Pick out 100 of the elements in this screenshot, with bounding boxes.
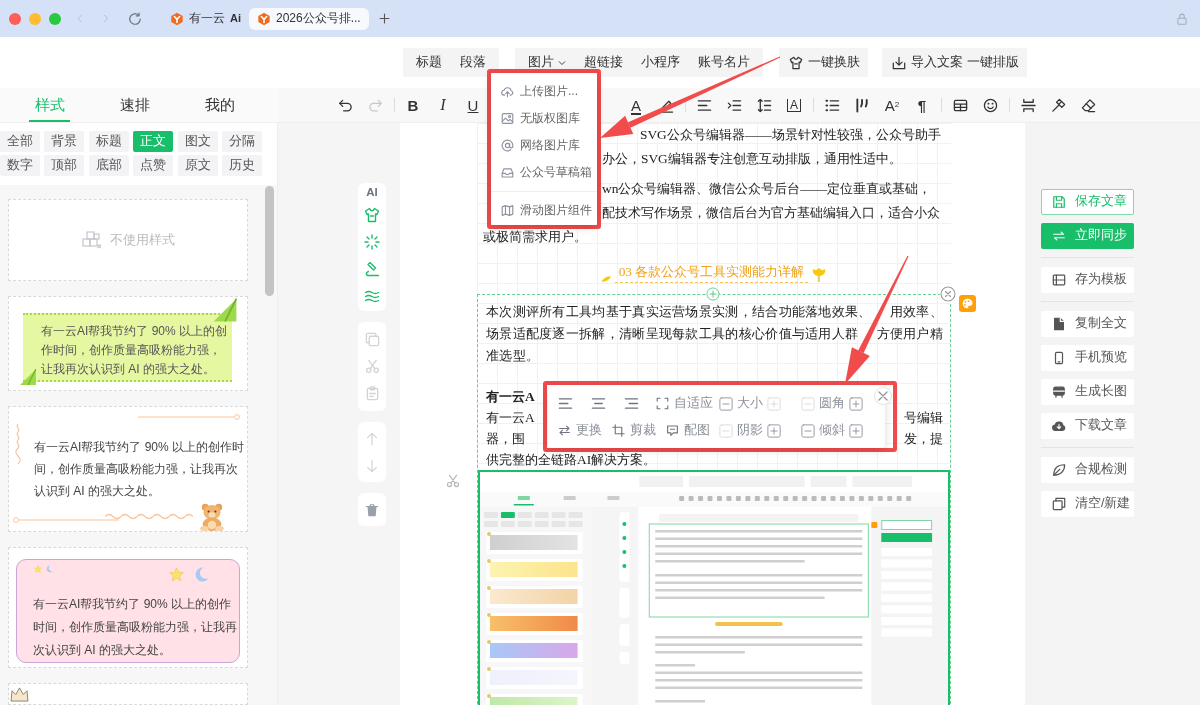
action-button[interactable]: 手机预览 <box>1041 345 1134 371</box>
window-zoom-button[interactable] <box>49 12 61 25</box>
plus-icon[interactable] <box>849 396 863 411</box>
brush-icon[interactable] <box>1050 97 1066 113</box>
palette-icon[interactable] <box>959 295 976 312</box>
italic-button[interactable]: I <box>438 96 448 114</box>
toolbar-link[interactable]: 小程序 <box>632 48 689 77</box>
minus-icon[interactable] <box>801 423 815 438</box>
scissors-icon[interactable] <box>446 474 460 488</box>
align-center-icon[interactable] <box>590 396 606 411</box>
new-tab-icon[interactable] <box>378 13 390 24</box>
moon-icon <box>194 566 209 583</box>
menu-item[interactable]: 公众号草稿箱 <box>491 159 597 186</box>
category-chip[interactable]: 历史 <box>221 155 262 176</box>
shirt-icon <box>789 55 803 70</box>
reload-icon[interactable] <box>128 11 142 26</box>
body-text: 准选型。 <box>486 347 540 365</box>
shirt-icon[interactable] <box>364 206 380 223</box>
line-icon <box>138 414 240 420</box>
note-text: 有一云AI帮我节约了 90% 以上的创作时间，创作质量高吸粉能力强，让我再次认识到 AI 的强大之处。 <box>34 439 246 500</box>
back-icon[interactable] <box>76 12 84 25</box>
sparkle-icon[interactable] <box>364 233 380 250</box>
plus-icon[interactable] <box>849 423 863 438</box>
table-icon[interactable] <box>952 97 968 113</box>
letter-spacing-button[interactable]: A <box>787 98 801 112</box>
menu-item[interactable]: 网络图片库 <box>491 132 597 159</box>
bullet-list-icon[interactable] <box>824 97 840 113</box>
browser-tab[interactable]: 2026公众号排... <box>249 7 369 30</box>
paragraph-button[interactable]: ¶ <box>915 96 929 114</box>
action-button[interactable]: 存为模板 <box>1041 267 1134 293</box>
action-button[interactable]: 复制全文 <box>1041 311 1134 337</box>
ai-label: AI <box>366 185 378 200</box>
forward-icon[interactable] <box>102 12 110 25</box>
body-text: SVG公众号编辑器——场景针对性较强，公众号助手 <box>640 126 941 144</box>
scrollbar-thumb[interactable] <box>265 186 274 296</box>
style-label: 不使用样式 <box>109 230 175 249</box>
emoji-icon[interactable] <box>982 97 998 113</box>
arrow-down-icon[interactable] <box>365 458 379 473</box>
star-icon <box>34 565 42 573</box>
plus-icon[interactable] <box>767 423 781 438</box>
eraser-icon[interactable] <box>1080 97 1096 113</box>
menu-item[interactable]: 无版权图库 <box>491 105 597 132</box>
menu-item[interactable]: 上传图片... <box>491 78 597 105</box>
style-card[interactable]: 有一云AI帮我节约了 90% 以上的创作时间，创作质量高吸粉能力强，让我再次认识到 AI 的强大之处。 <box>8 296 248 391</box>
map-icon <box>501 204 514 217</box>
underline-button[interactable]: U <box>465 96 481 114</box>
toolbar-button[interactable]: 导入文案 一键排版 <box>882 48 1027 77</box>
toolbar-button[interactable]: 一键换肤 <box>779 48 868 77</box>
note-text: 有一云AI帮我节约了 90% 以上的创作时间，创作质量高吸粉能力强，让我再次认识到 AI 的强大之处。 <box>41 323 229 378</box>
bold-button[interactable]: B <box>405 96 421 114</box>
action-button[interactable]: 合规检测 <box>1041 457 1134 483</box>
expand-icon <box>656 397 669 410</box>
category-chip[interactable]: 全部 <box>0 131 40 152</box>
image-menu-button[interactable]: 图片 <box>519 48 575 77</box>
menu-item[interactable]: 滑动图片组件 <box>491 197 597 224</box>
action-button[interactable]: 下载文章 <box>1041 413 1134 439</box>
bus-icon <box>1052 385 1066 399</box>
minus-icon[interactable] <box>719 396 733 411</box>
window-close-button[interactable] <box>9 12 21 25</box>
swap-icon <box>1052 229 1066 243</box>
category-chip[interactable]: 点赞 <box>133 155 174 176</box>
style-card[interactable]: 有一云AI帮我节约了 90% 以上的创作时间，创作质量高吸粉能力强，让我再次认识到 AI 的强大之处。 <box>8 547 248 668</box>
align-right-icon[interactable] <box>623 396 639 411</box>
action-button[interactable]: 清空/新建 <box>1041 491 1134 517</box>
arrow-up-icon[interactable] <box>365 431 379 446</box>
undo-icon[interactable] <box>337 97 353 113</box>
category-chip[interactable]: 原文 <box>177 155 218 176</box>
category-chip[interactable]: 分隔 <box>221 131 262 152</box>
image-icon <box>501 112 514 125</box>
body-text: 办公，SVG编辑器专注创意互动排版，通用性适中。 <box>602 150 902 168</box>
font-color-button[interactable]: A <box>629 96 643 114</box>
divider-line-icon[interactable] <box>1020 97 1036 113</box>
panel-tab[interactable]: 我的 <box>177 88 262 122</box>
toolbar-link[interactable]: 账号名片 <box>689 48 759 77</box>
panel-tab[interactable]: 速排 <box>92 88 177 122</box>
toolbar-link[interactable]: 段落 <box>451 48 495 77</box>
category-chip[interactable]: 标题 <box>88 131 129 152</box>
superscript-button[interactable]: A$^{2}$ <box>882 96 902 114</box>
toolbar-link[interactable]: 超链接 <box>575 48 632 77</box>
close-icon[interactable] <box>875 388 891 404</box>
category-chip[interactable]: 顶部 <box>44 155 85 176</box>
style-card[interactable] <box>8 683 248 705</box>
align-left-icon[interactable] <box>696 97 712 113</box>
toolbar-button[interactable]: 自适应 <box>656 394 713 413</box>
trash-icon[interactable] <box>365 502 379 517</box>
style-card[interactable]: 有一云AI帮我节约了 90% 以上的创作时间，创作质量高吸粉能力强，让我再次认识到 AI 的强大之处。 <box>8 406 248 532</box>
indent-icon[interactable] <box>726 97 742 113</box>
line-height-icon[interactable] <box>756 97 772 113</box>
category-chip[interactable]: 背景 <box>44 131 85 152</box>
action-button[interactable]: 生成长图 <box>1041 379 1134 405</box>
quote-icon[interactable] <box>854 97 870 113</box>
category-chip[interactable]: 底部 <box>88 155 129 176</box>
body-text: 发，提 <box>904 430 943 448</box>
pen-icon[interactable] <box>364 260 380 277</box>
comment-icon <box>666 424 679 437</box>
browser-tab[interactable]: 有一云 Ai <box>162 7 249 30</box>
toolbar-link[interactable]: 标题 <box>407 48 451 77</box>
window-minimize-button[interactable] <box>29 12 41 25</box>
category-chip[interactable]: 图文 <box>177 131 218 152</box>
category-chip[interactable]: 数字 <box>0 155 40 176</box>
